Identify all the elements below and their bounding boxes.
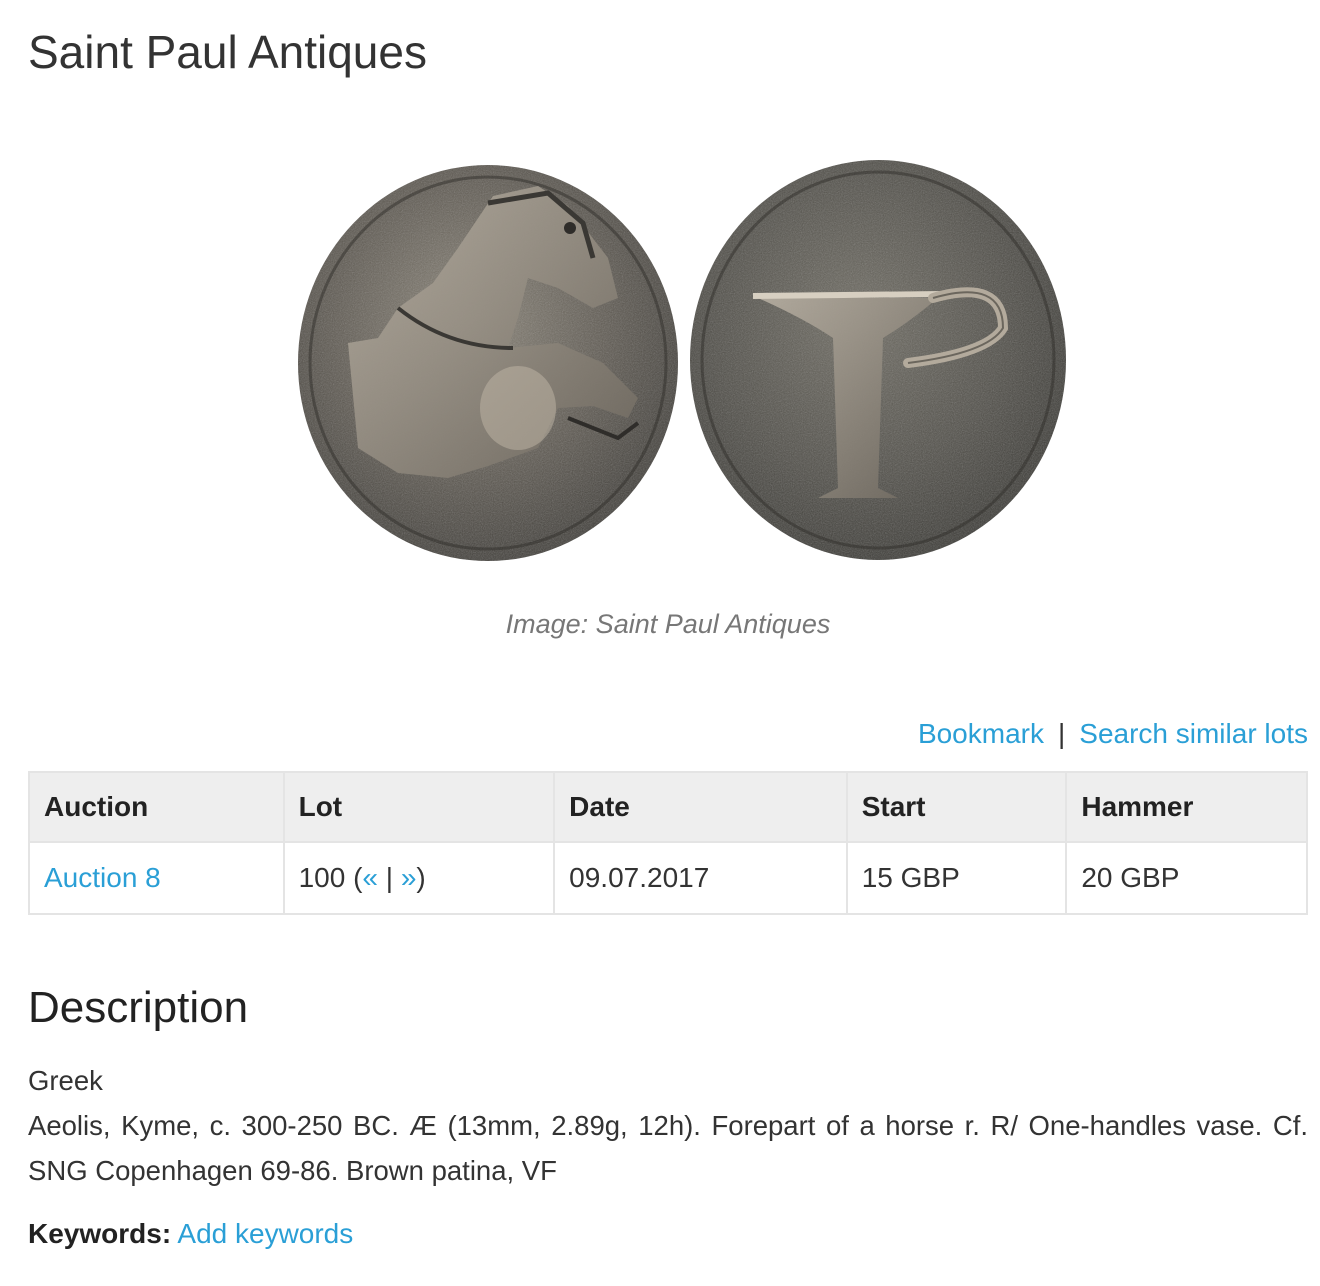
cell-auction: Auction 8 <box>28 841 285 915</box>
auction-link[interactable]: Auction 8 <box>44 862 161 893</box>
table-row: Auction 8 100 (« | ») 09.07.2017 15 GBP … <box>28 841 1308 915</box>
previous-lot-link[interactable]: « <box>362 862 378 893</box>
coin-image-svg <box>298 160 1066 561</box>
description-body: Greek Aeolis, Kyme, c. 300-250 BC. Æ (13… <box>28 1058 1308 1193</box>
cell-date: 09.07.2017 <box>553 841 848 915</box>
lot-open-paren: ( <box>345 862 363 893</box>
keywords-label: Keywords: <box>28 1218 172 1249</box>
column-header-lot: Lot <box>282 771 556 843</box>
search-similar-lots-link[interactable]: Search similar lots <box>1079 718 1308 749</box>
lot-close-paren: ) <box>416 862 426 893</box>
coin-image[interactable] <box>248 148 1078 578</box>
lot-table: Auction Lot Date Start Hammer Auction 8 … <box>28 771 1308 915</box>
keywords-line: Keywords: Add keywords <box>28 1214 353 1254</box>
bookmark-link[interactable]: Bookmark <box>918 718 1044 749</box>
column-header-date: Date <box>553 771 848 843</box>
cell-hammer-price: 20 GBP <box>1065 841 1308 915</box>
actions-separator: | <box>1057 718 1066 749</box>
description-category: Greek <box>28 1065 103 1096</box>
column-header-hammer: Hammer <box>1065 771 1308 843</box>
coin-reverse <box>690 160 1066 560</box>
coin-obverse <box>298 165 678 561</box>
column-header-start: Start <box>845 771 1068 843</box>
lot-nav-separator: | <box>378 862 401 893</box>
lot-actions: Bookmark | Search similar lots <box>918 716 1308 752</box>
next-lot-link[interactable]: » <box>401 862 417 893</box>
image-caption: Image: Saint Paul Antiques <box>505 609 831 639</box>
column-header-auction: Auction <box>28 771 285 843</box>
description-heading: Description <box>28 983 249 1032</box>
cell-lot: 100 (« | ») <box>282 841 556 915</box>
page-title: Saint Paul Antiques <box>28 26 427 78</box>
lot-number: 100 <box>298 862 346 893</box>
table-header-row: Auction Lot Date Start Hammer <box>28 771 1308 843</box>
add-keywords-link[interactable]: Add keywords <box>177 1218 353 1249</box>
cell-start-price: 15 GBP <box>845 841 1068 915</box>
description-text: Aeolis, Kyme, c. 300-250 BC. Æ (13mm, 2.… <box>28 1110 1308 1186</box>
